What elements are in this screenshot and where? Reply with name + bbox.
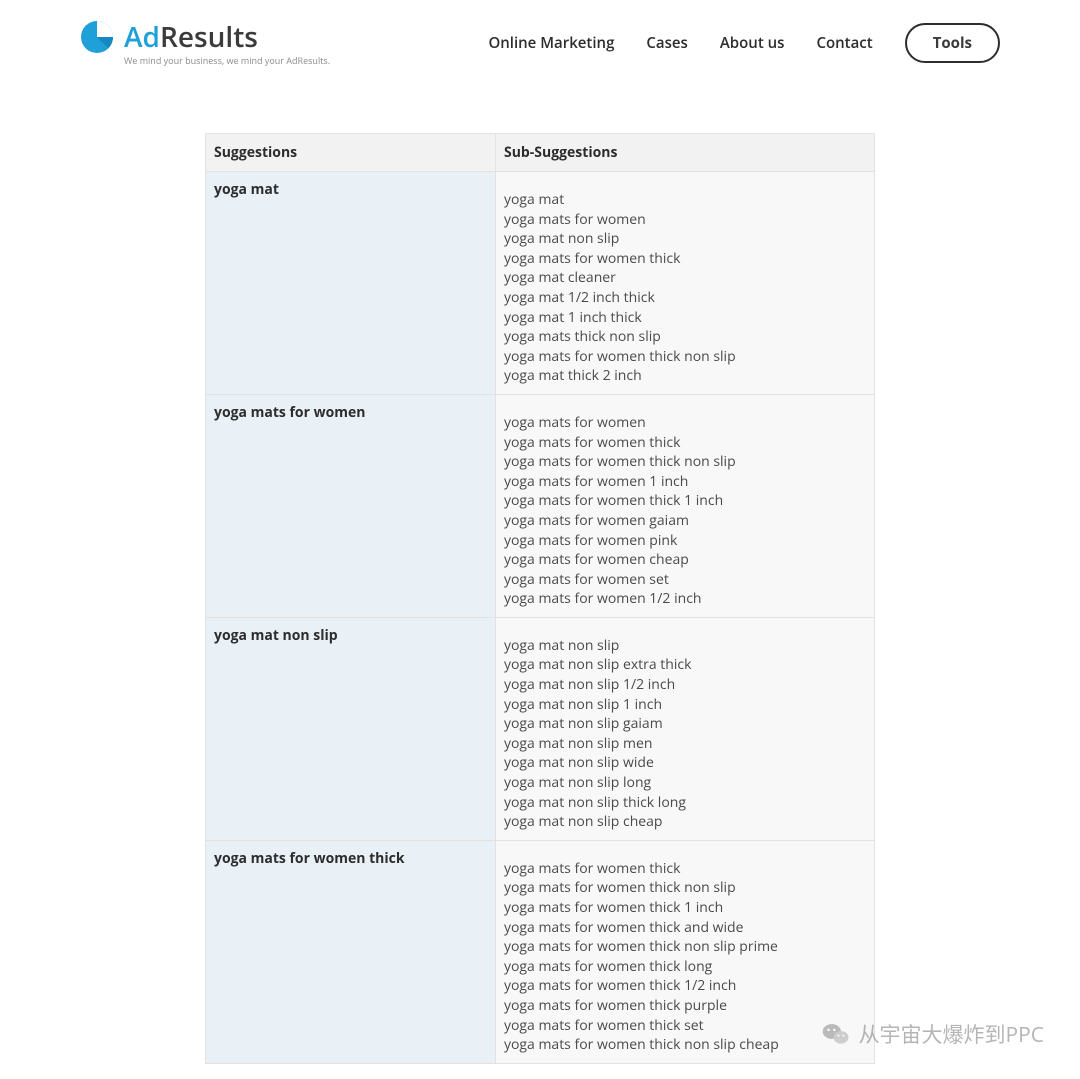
table-row: yoga mat non slipyoga mat non slipyoga m… bbox=[206, 617, 875, 840]
sub-suggestion-item: yoga mat non slip cheap bbox=[504, 812, 866, 832]
suggestion-cell: yoga mat bbox=[206, 172, 496, 395]
sub-suggestion-item: yoga mat non slip bbox=[504, 636, 866, 656]
sub-suggestion-item: yoga mats for women bbox=[504, 413, 866, 433]
sub-suggestion-item: yoga mats for women pink bbox=[504, 531, 866, 551]
main-nav: Online Marketing Cases About us Contact … bbox=[488, 23, 1000, 63]
sub-suggestion-item: yoga mats for women thick and wide bbox=[504, 918, 866, 938]
sub-suggestion-item: yoga mats for women thick non slip bbox=[504, 878, 866, 898]
header-suggestions: Suggestions bbox=[206, 134, 496, 172]
sub-suggestion-item: yoga mat non slip wide bbox=[504, 753, 866, 773]
sub-suggestions-cell: yoga mats for womenyoga mats for women t… bbox=[496, 394, 875, 617]
sub-suggestion-item: yoga mats for women thick 1 inch bbox=[504, 898, 866, 918]
suggestions-table: Suggestions Sub-Suggestions yoga matyoga… bbox=[205, 133, 875, 1064]
sub-suggestion-item: yoga mats for women cheap bbox=[504, 550, 866, 570]
sub-suggestion-item: yoga mat non slip gaiam bbox=[504, 714, 866, 734]
header-sub-suggestions: Sub-Suggestions bbox=[496, 134, 875, 172]
sub-suggestion-item: yoga mats for women thick non slip prime bbox=[504, 937, 866, 957]
logo-pie-icon bbox=[80, 20, 114, 54]
nav-online-marketing[interactable]: Online Marketing bbox=[488, 33, 614, 53]
logo-text: AdResults bbox=[124, 18, 258, 56]
sub-suggestion-item: yoga mat non slip extra thick bbox=[504, 655, 866, 675]
sub-suggestion-item: yoga mats for women gaiam bbox=[504, 511, 866, 531]
sub-suggestion-item: yoga mats for women thick non slip bbox=[504, 347, 866, 367]
suggestion-cell: yoga mat non slip bbox=[206, 617, 496, 840]
sub-suggestion-item: yoga mat non slip thick long bbox=[504, 793, 866, 813]
nav-cases[interactable]: Cases bbox=[646, 33, 687, 53]
sub-suggestions-cell: yoga matyoga mats for womenyoga mat non … bbox=[496, 172, 875, 395]
sub-suggestion-item: yoga mats for women thick 1/2 inch bbox=[504, 976, 866, 996]
sub-suggestion-item: yoga mats for women thick long bbox=[504, 957, 866, 977]
table-row: yoga mats for women thickyoga mats for w… bbox=[206, 840, 875, 1063]
sub-suggestion-item: yoga mats for women bbox=[504, 210, 866, 230]
sub-suggestion-item: yoga mat 1 inch thick bbox=[504, 308, 866, 328]
table-row: yoga mats for womenyoga mats for womenyo… bbox=[206, 394, 875, 617]
tools-button[interactable]: Tools bbox=[905, 23, 1000, 63]
sub-suggestion-item: yoga mats for women thick set bbox=[504, 1016, 866, 1036]
sub-suggestion-item: yoga mat 1/2 inch thick bbox=[504, 288, 866, 308]
watermark-text: 从宇宙大爆炸到PPC bbox=[859, 1019, 1045, 1049]
table-header-row: Suggestions Sub-Suggestions bbox=[206, 134, 875, 172]
logo[interactable]: AdResults We mind your business, we mind… bbox=[80, 18, 330, 67]
sub-suggestion-item: yoga mats for women set bbox=[504, 570, 866, 590]
table-row: yoga matyoga matyoga mats for womenyoga … bbox=[206, 172, 875, 395]
sub-suggestion-item: yoga mat non slip 1/2 inch bbox=[504, 675, 866, 695]
logo-tagline: We mind your business, we mind your AdRe… bbox=[124, 54, 330, 67]
nav-about-us[interactable]: About us bbox=[720, 33, 785, 53]
sub-suggestion-item: yoga mat non slip 1 inch bbox=[504, 695, 866, 715]
sub-suggestion-item: yoga mats thick non slip bbox=[504, 327, 866, 347]
suggestion-cell: yoga mats for women thick bbox=[206, 840, 496, 1063]
header: AdResults We mind your business, we mind… bbox=[0, 0, 1080, 77]
suggestion-cell: yoga mats for women bbox=[206, 394, 496, 617]
sub-suggestion-item: yoga mat non slip bbox=[504, 229, 866, 249]
sub-suggestion-item: yoga mat thick 2 inch bbox=[504, 366, 866, 386]
sub-suggestion-item: yoga mats for women thick 1 inch bbox=[504, 491, 866, 511]
sub-suggestion-item: yoga mats for women 1/2 inch bbox=[504, 589, 866, 609]
sub-suggestion-item: yoga mat cleaner bbox=[504, 268, 866, 288]
sub-suggestion-item: yoga mat non slip men bbox=[504, 734, 866, 754]
sub-suggestions-cell: yoga mats for women thickyoga mats for w… bbox=[496, 840, 875, 1063]
sub-suggestion-item: yoga mats for women thick non slip bbox=[504, 452, 866, 472]
sub-suggestion-item: yoga mats for women thick non slip cheap bbox=[504, 1035, 866, 1055]
sub-suggestion-item: yoga mat non slip long bbox=[504, 773, 866, 793]
suggestions-table-wrap: Suggestions Sub-Suggestions yoga matyoga… bbox=[205, 133, 875, 1064]
sub-suggestion-item: yoga mats for women thick bbox=[504, 433, 866, 453]
sub-suggestion-item: yoga mats for women thick purple bbox=[504, 996, 866, 1016]
nav-contact[interactable]: Contact bbox=[816, 33, 872, 53]
sub-suggestion-item: yoga mats for women thick bbox=[504, 249, 866, 269]
sub-suggestion-item: yoga mats for women thick bbox=[504, 859, 866, 879]
sub-suggestion-item: yoga mats for women 1 inch bbox=[504, 472, 866, 492]
sub-suggestions-cell: yoga mat non slipyoga mat non slip extra… bbox=[496, 617, 875, 840]
sub-suggestion-item: yoga mat bbox=[504, 190, 866, 210]
